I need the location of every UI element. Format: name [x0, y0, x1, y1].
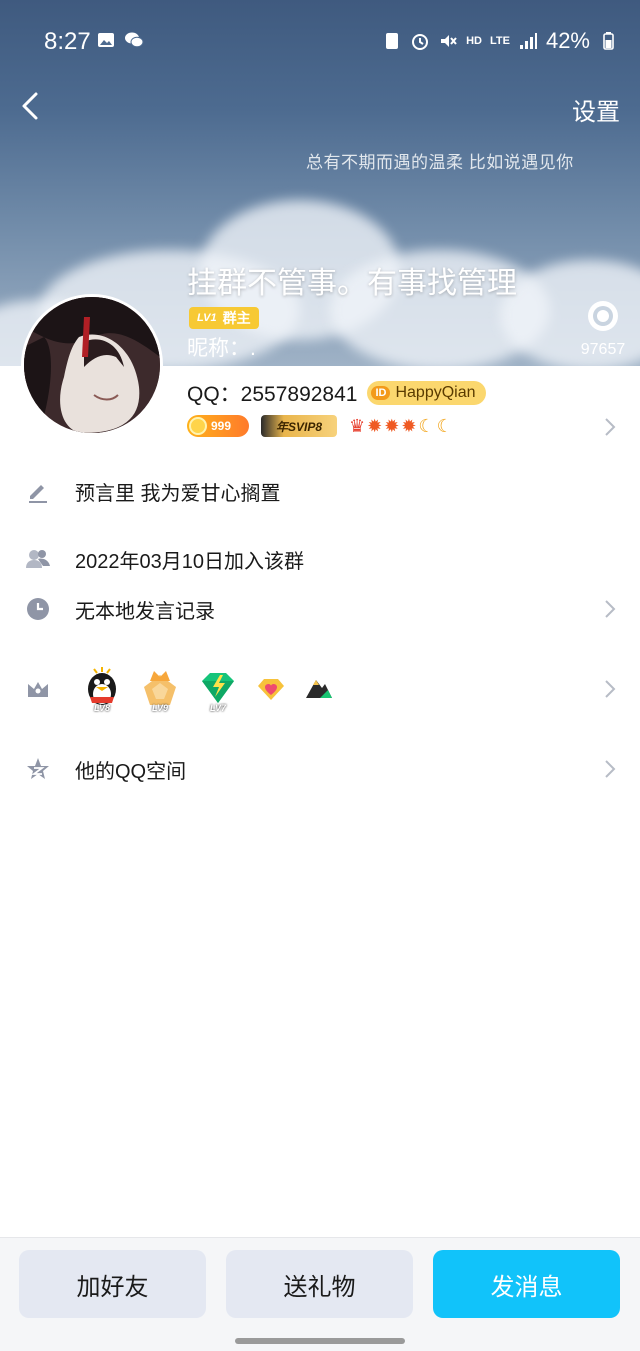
back-icon[interactable]	[14, 88, 50, 124]
diamond-medal-icon: LV7	[198, 667, 238, 713]
bottom-action-bar: 加好友 送礼物 发消息	[0, 1237, 640, 1351]
avatar[interactable]	[21, 294, 163, 436]
alarm-icon	[412, 34, 429, 50]
vip-badge-row[interactable]: 999 年SVIP8 ♛ ✹ ✹ ✹ ☾ ☾	[187, 415, 453, 437]
level-badge-lv: LV1	[197, 312, 217, 324]
qzone-row[interactable]: 他的QQ空间	[0, 744, 640, 794]
sun-icon: ✹	[384, 416, 400, 436]
qq-level-icons: ♛ ✹ ✹ ✹ ☾ ☾	[349, 417, 453, 435]
qzone-star-icon	[27, 758, 49, 779]
battery-icon	[603, 32, 614, 50]
moon-icon: ☾	[436, 416, 453, 436]
like-count: 97657	[580, 341, 626, 358]
send-message-button[interactable]: 发消息	[433, 1250, 620, 1318]
add-friend-button[interactable]: 加好友	[19, 1250, 206, 1318]
image-icon	[98, 33, 114, 47]
home-indicator[interactable]	[235, 1338, 405, 1344]
sun-icon: ✹	[401, 416, 417, 436]
crown-icon: ♛	[349, 416, 366, 436]
like-button[interactable]: 97657	[576, 298, 630, 359]
status-bar: 8:27 HD LTE 42%	[0, 0, 640, 84]
signature-row: 预言里 我为爱甘心搁置	[0, 466, 640, 516]
nickname: 昵称：.	[187, 337, 256, 360]
joined-date-row: 2022年03月10日加入该群	[0, 534, 640, 584]
medal-level: LV8	[93, 703, 110, 713]
penguin-medal-icon: LV8	[82, 667, 122, 713]
coin-value: 999	[211, 419, 232, 433]
group-name: 挂群不管事。有事找管理	[187, 267, 517, 300]
chevron-right-icon[interactable]	[604, 679, 616, 699]
wechat-icon	[125, 32, 144, 48]
status-time: 8:27	[44, 28, 91, 55]
banner-quote: 总有不期而遇的温柔 比如说遇见你	[306, 153, 574, 172]
id-tag: ID	[371, 386, 391, 400]
medal-list: LV8 LV9 LV7	[82, 667, 334, 713]
coin-badge: 999	[187, 415, 249, 437]
chat-history-text: 无本地发言记录	[75, 600, 215, 623]
hd-indicator: HD	[466, 35, 482, 47]
edit-icon	[29, 485, 47, 503]
id-name: HappyQian	[395, 384, 476, 401]
settings-button[interactable]: 设置	[572, 92, 620, 127]
crown-outline-icon	[28, 682, 48, 697]
like-icon	[588, 301, 618, 331]
qq-number-line: QQ：2557892841 ID HappyQian	[187, 378, 486, 408]
status-left-icons	[96, 30, 144, 50]
avatar-image	[24, 297, 160, 433]
mute-icon	[441, 35, 457, 47]
qzone-text: 他的QQ空间	[75, 760, 187, 783]
level-badge-role: 群主	[222, 310, 251, 326]
heart-gem-medal-icon	[256, 674, 286, 704]
mountain-medal-icon	[304, 674, 334, 704]
coin-icon	[189, 417, 207, 435]
chat-history-row[interactable]: 无本地发言记录	[0, 584, 640, 634]
sun-icon: ✹	[367, 416, 383, 436]
status-right-icons: HD LTE 42%	[382, 28, 618, 54]
joined-date-text: 2022年03月10日加入该群	[75, 550, 304, 573]
medals-row[interactable]: LV8 LV9 LV7	[0, 664, 640, 714]
chevron-right-icon[interactable]	[604, 759, 616, 779]
moon-icon: ☾	[418, 416, 435, 436]
chevron-right-icon[interactable]	[604, 417, 616, 437]
signature-text: 预言里 我为爱甘心搁置	[75, 482, 281, 505]
group-level-badge: LV1 群主	[189, 307, 259, 329]
battery-percent: 42%	[545, 28, 590, 53]
signal-icon	[519, 33, 537, 49]
send-gift-button[interactable]: 送礼物	[226, 1250, 413, 1318]
chevron-right-icon[interactable]	[604, 599, 616, 619]
members-icon	[26, 550, 50, 568]
clock-icon	[27, 598, 49, 620]
storage-icon	[386, 33, 399, 49]
svip-label: 年SVIP8	[275, 419, 323, 434]
crown-medal-icon: LV9	[140, 667, 180, 713]
id-badge[interactable]: ID HappyQian	[367, 381, 486, 405]
svip-badge: 年SVIP8	[261, 415, 337, 437]
qq-number: QQ：2557892841	[187, 383, 358, 406]
medal-level: LV9	[151, 703, 168, 713]
network-indicator: LTE	[489, 35, 510, 47]
medal-level: LV7	[209, 703, 226, 713]
